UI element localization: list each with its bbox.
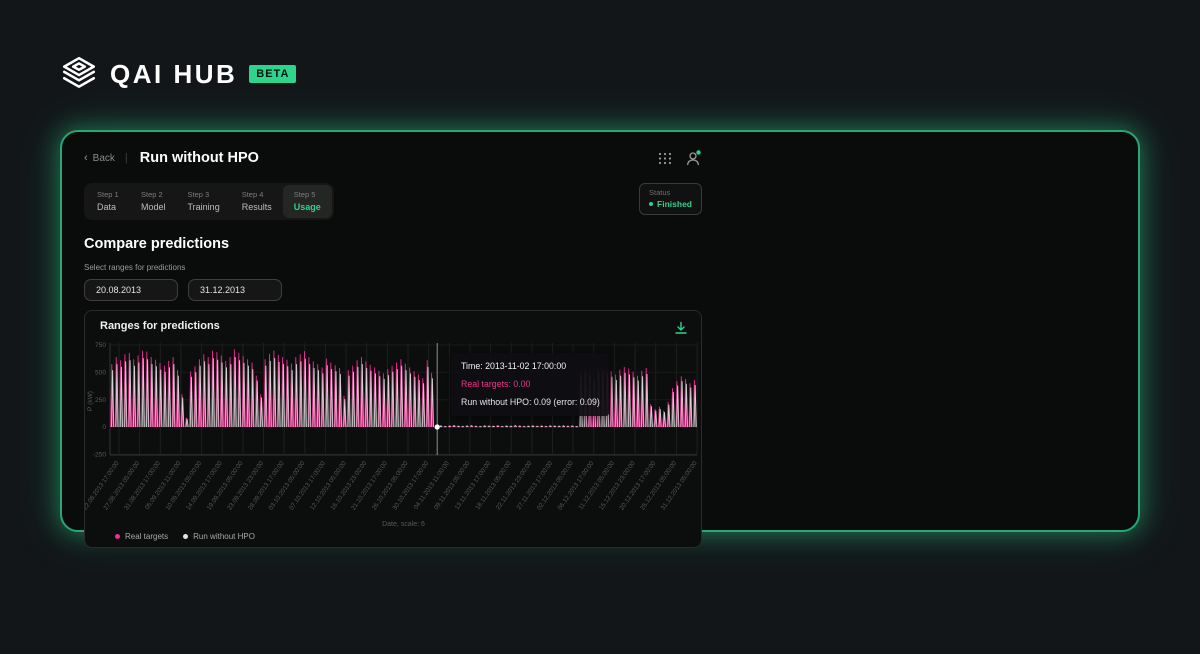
- step-number: Step 5: [294, 190, 321, 199]
- legend-label: Run without HPO: [193, 532, 255, 541]
- brand-name: QAI HUB: [110, 59, 237, 90]
- svg-text:06.12.2013 17:00:00: 06.12.2013 17:00:00: [557, 460, 596, 512]
- step-number: Step 2: [141, 190, 166, 199]
- status-dot-icon: [649, 202, 653, 206]
- step-number: Step 4: [242, 190, 272, 199]
- svg-text:03.10.2013 05:00:00: 03.10.2013 05:00:00: [268, 460, 307, 512]
- step-label: Usage: [294, 202, 321, 212]
- step-label: Training: [188, 202, 220, 212]
- svg-text:14.09.2013 17:00:00: 14.09.2013 17:00:00: [185, 460, 224, 512]
- legend-label: Real targets: [125, 532, 168, 541]
- page-title: Run without HPO: [140, 150, 259, 166]
- svg-text:26.10.2013 05:00:00: 26.10.2013 05:00:00: [371, 460, 410, 512]
- predictions-chart[interactable]: 22.08.2013 17:00:0027.08.2013 05:00:0031…: [85, 335, 701, 535]
- date-from-input[interactable]: 20.08.2013: [84, 279, 178, 301]
- step-tab-data[interactable]: Step 1 Data: [86, 185, 130, 218]
- step-number: Step 1: [97, 190, 119, 199]
- svg-text:31.12.2013 05:00:00: 31.12.2013 05:00:00: [660, 460, 699, 512]
- step-label: Data: [97, 202, 119, 212]
- brand-logo[interactable]: QAI HUB BETA: [60, 55, 296, 93]
- svg-text:12.10.2013 05:00:00: 12.10.2013 05:00:00: [309, 460, 348, 512]
- svg-text:27.11.2013 17:00:00: 27.11.2013 17:00:00: [516, 460, 555, 511]
- section-title: Compare predictions: [84, 236, 702, 252]
- svg-text:13.11.2013 17:00:00: 13.11.2013 17:00:00: [454, 460, 493, 511]
- svg-text:P (kW): P (kW): [87, 391, 94, 411]
- step-tabs: Step 1DataStep 2ModelStep 3TrainingStep …: [84, 183, 334, 220]
- svg-text:16.10.2013 23:00:00: 16.10.2013 23:00:00: [329, 460, 368, 512]
- back-label: Back: [93, 153, 115, 164]
- svg-text:09.11.2013 05:00:00: 09.11.2013 05:00:00: [433, 460, 472, 511]
- svg-text:11.12.2013 05:00:00: 11.12.2013 05:00:00: [577, 460, 616, 511]
- svg-text:15.12.2013 23:00:00: 15.12.2013 23:00:00: [598, 460, 637, 512]
- apps-grid-icon[interactable]: [656, 149, 674, 167]
- svg-text:07.10.2013 17:00:00: 07.10.2013 17:00:00: [288, 460, 327, 512]
- card-header: ‹ Back | Run without HPO: [84, 147, 702, 169]
- legend-item-real-targets[interactable]: Real targets: [115, 532, 168, 541]
- status-value: Finished: [649, 199, 692, 209]
- step-tab-usage[interactable]: Step 5 Usage: [283, 185, 332, 218]
- svg-text:10.09.2013 05:00:00: 10.09.2013 05:00:00: [164, 460, 203, 512]
- chart-legend: Real targets Run without HPO: [115, 532, 255, 541]
- legend-item-run-without-hpo[interactable]: Run without HPO: [183, 532, 255, 541]
- step-tab-model[interactable]: Step 2 Model: [130, 185, 177, 218]
- step-tab-results[interactable]: Step 4 Results: [231, 185, 283, 218]
- svg-text:22.08.2013 17:00:00: 22.08.2013 17:00:00: [85, 460, 121, 512]
- download-chart-icon[interactable]: [674, 321, 688, 335]
- chart-panel: Ranges for predictions 22.08.2013 17:00:…: [84, 310, 702, 548]
- step-number: Step 3: [188, 190, 220, 199]
- svg-text:250: 250: [95, 397, 106, 404]
- qai-hub-logo-icon: [60, 55, 98, 93]
- chart-title: Ranges for predictions: [100, 320, 701, 332]
- svg-text:18.11.2013 05:00:00: 18.11.2013 05:00:00: [474, 460, 513, 511]
- online-status-dot: [696, 150, 700, 154]
- svg-text:-250: -250: [93, 452, 107, 459]
- chevron-left-icon: ‹: [84, 152, 88, 164]
- svg-text:Date, scale: 6: Date, scale: 6: [382, 521, 425, 528]
- svg-text:0: 0: [102, 424, 106, 431]
- svg-text:20.12.2013 17:00:00: 20.12.2013 17:00:00: [618, 460, 657, 512]
- svg-text:27.08.2013 05:00:00: 27.08.2013 05:00:00: [102, 460, 141, 512]
- legend-dot-icon: [183, 534, 188, 539]
- header-divider: |: [125, 152, 128, 164]
- date-to-input[interactable]: 31.12.2013: [188, 279, 282, 301]
- svg-text:23.09.2013 23:00:00: 23.09.2013 23:00:00: [226, 460, 265, 512]
- svg-text:21.10.2013 17:00:00: 21.10.2013 17:00:00: [350, 460, 389, 512]
- svg-text:19.09.2013 05:00:00: 19.09.2013 05:00:00: [206, 460, 245, 512]
- back-button[interactable]: ‹ Back: [84, 152, 115, 164]
- status-badge: Status Finished: [639, 183, 702, 215]
- step-label: Results: [242, 202, 272, 212]
- run-card: ‹ Back | Run without HPO: [60, 130, 1140, 532]
- status-label: Status: [649, 188, 692, 197]
- svg-text:05.09.2013 11:00:00: 05.09.2013 11:00:00: [144, 460, 183, 511]
- svg-text:28.09.2013 17:00:00: 28.09.2013 17:00:00: [247, 460, 286, 512]
- beta-badge: BETA: [249, 65, 296, 83]
- svg-text:02.12.2013 05:00:00: 02.12.2013 05:00:00: [536, 460, 575, 512]
- svg-text:22.11.2013 23:00:00: 22.11.2013 23:00:00: [495, 460, 534, 511]
- step-tab-training[interactable]: Step 3 Training: [177, 185, 231, 218]
- legend-dot-icon: [115, 534, 120, 539]
- select-ranges-label: Select ranges for predictions: [84, 263, 702, 272]
- user-profile-icon[interactable]: [684, 149, 702, 167]
- svg-text:750: 750: [95, 342, 106, 349]
- svg-text:31.08.2013 17:00:00: 31.08.2013 17:00:00: [123, 460, 162, 512]
- svg-text:500: 500: [95, 370, 106, 377]
- svg-text:25.12.2013 05:00:00: 25.12.2013 05:00:00: [639, 460, 678, 512]
- step-label: Model: [141, 202, 166, 212]
- svg-text:30.10.2013 17:00:00: 30.10.2013 17:00:00: [391, 460, 430, 512]
